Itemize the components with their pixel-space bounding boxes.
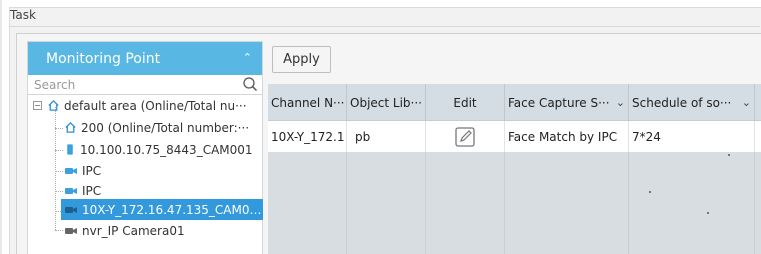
tree-connector	[55, 150, 63, 151]
tree-item-label: IPC	[82, 163, 102, 178]
column-header-label: Edit	[453, 95, 477, 110]
artifact-dot	[649, 191, 651, 193]
search-bar	[28, 75, 262, 95]
tree-connector	[55, 230, 63, 231]
window-edge	[0, 0, 2, 254]
tree-item-label: default area (Online/Total nu···	[64, 98, 247, 113]
column-divider	[628, 152, 629, 254]
collapse-caret-icon[interactable]: ⌃	[243, 51, 252, 64]
cell-object-library: pb	[347, 121, 426, 152]
title-divider	[9, 26, 760, 27]
cell-channel: 10X-Y_172.1	[268, 121, 347, 152]
search-icon[interactable]	[242, 76, 258, 92]
home-icon	[48, 99, 59, 111]
column-divider	[504, 152, 505, 254]
column-header-label: Face Capture S···	[508, 95, 610, 110]
tree-item-label: 200 (Online/Total number:···	[81, 120, 250, 135]
monitoring-point-header[interactable]: Monitoring Point ⌃	[28, 42, 262, 75]
edit-icon[interactable]	[454, 126, 476, 148]
tree-item-label: 10.100.10.75_8443_CAM001	[80, 142, 253, 157]
tree-item-label: IPC	[82, 183, 102, 198]
monitoring-point-panel: Monitoring Point ⌃ − default area (Onlin…	[27, 41, 263, 254]
tree-item-device[interactable]: 10.100.10.75_8443_CAM001	[64, 139, 263, 160]
tree-item-camera-offline[interactable]: nvr_IP Camera01	[64, 220, 263, 241]
cell-schedule: 7*24	[629, 121, 755, 152]
column-header-label: Channel N···	[271, 95, 345, 110]
column-header-edit: Edit	[426, 84, 505, 121]
column-header-object-library[interactable]: Object Lib···	[347, 84, 426, 121]
column-header-schedule[interactable]: Schedule of so··· ⌄	[629, 84, 755, 121]
camera-offline-icon	[65, 227, 77, 234]
table-header: Channel N··· Object Lib··· Edit Face Cap…	[268, 84, 761, 121]
tree-connector	[55, 191, 63, 192]
tree-item-label: 10X-Y_172.16.47.135_CAM001	[82, 202, 263, 217]
home-icon	[65, 121, 76, 133]
artifact-dot	[728, 154, 730, 156]
tree-item-camera[interactable]: IPC	[64, 160, 263, 181]
page-title: Task	[10, 8, 36, 22]
cell-edit	[426, 121, 505, 152]
tree-item-area-200[interactable]: 200 (Online/Total number:···	[64, 117, 263, 138]
tree-item-default-area[interactable]: default area (Online/Total nu···	[47, 95, 263, 116]
camera-icon	[65, 206, 77, 213]
chevron-down-icon[interactable]: ⌄	[742, 96, 751, 109]
table-row[interactable]: 10X-Y_172.1 pb Face Match by IPC 7*24	[268, 121, 761, 152]
column-divider	[425, 152, 426, 254]
column-header-label: Object Lib···	[350, 95, 422, 110]
column-header-channel[interactable]: Channel N···	[268, 84, 347, 121]
tree-connector	[55, 128, 63, 129]
tree-connector	[55, 171, 63, 172]
column-header-label: Schedule of so···	[632, 95, 732, 110]
tree-item-camera-selected[interactable]: 10X-Y_172.16.47.135_CAM001	[61, 199, 263, 220]
column-divider	[754, 152, 755, 254]
column-header-face-capture[interactable]: Face Capture S··· ⌄	[505, 84, 629, 121]
column-divider	[346, 152, 347, 254]
task-table: Channel N··· Object Lib··· Edit Face Cap…	[268, 84, 761, 254]
device-icon	[67, 144, 73, 155]
tree-item-camera[interactable]: IPC	[64, 180, 263, 201]
monitoring-point-title: Monitoring Point	[46, 50, 161, 67]
camera-icon	[65, 187, 77, 194]
tree-collapse-toggle[interactable]: −	[33, 101, 42, 110]
apply-button[interactable]: Apply	[272, 46, 331, 73]
tree-item-label: nvr_IP Camera01	[82, 223, 185, 238]
camera-icon	[65, 167, 77, 174]
cell-face-capture: Face Match by IPC	[505, 121, 629, 152]
artifact-dot	[707, 212, 709, 214]
chevron-down-icon[interactable]: ⌄	[616, 96, 625, 109]
search-input[interactable]	[28, 75, 262, 94]
